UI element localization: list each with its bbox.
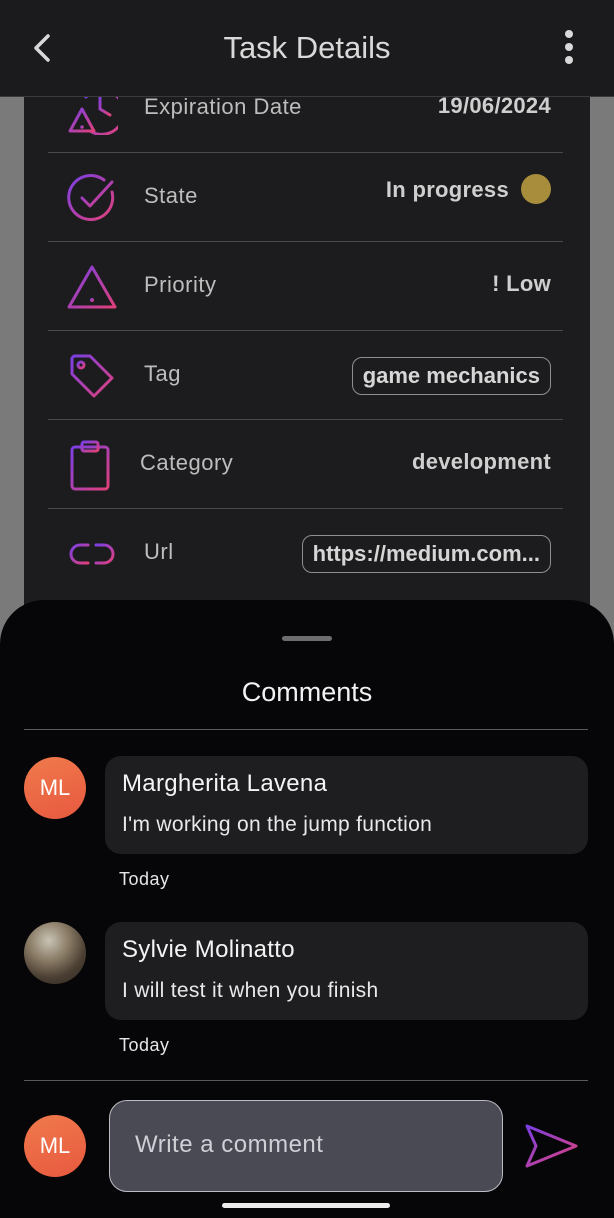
expiration-date-label: Expiration Date xyxy=(144,94,302,119)
detail-row-priority[interactable]: Priority ! Low xyxy=(48,242,563,331)
comment-bubble: Sylvie Molinatto I will test it when you… xyxy=(105,922,588,1020)
send-icon[interactable] xyxy=(522,1122,580,1170)
avatar[interactable]: ML xyxy=(24,757,86,819)
comment-time: Today xyxy=(119,869,170,889)
priority-label: Priority xyxy=(144,272,217,297)
link-icon xyxy=(69,543,115,565)
warning-triangle-icon xyxy=(67,265,117,309)
composer-avatar: ML xyxy=(24,1115,86,1177)
comments-title: Comments xyxy=(241,677,373,707)
task-details-list: Expiration Date 19/06/2024 State In prog… xyxy=(48,64,563,598)
detail-row-state[interactable]: State In progress xyxy=(48,153,563,242)
tag-label: Tag xyxy=(144,361,181,386)
url-link[interactable]: https://medium.com... xyxy=(301,535,551,573)
home-indicator xyxy=(222,1203,390,1208)
tag-icon xyxy=(70,354,114,398)
detail-row-tag[interactable]: Tag game mechanics xyxy=(48,331,563,420)
comments-bottom-sheet: Comments ML Margherita Lavena I'm workin… xyxy=(0,600,614,1218)
comment-text: I'm working on the jump function xyxy=(122,813,433,836)
comment-time: Today xyxy=(119,1035,170,1055)
app-header: Task Details xyxy=(0,0,614,97)
divider xyxy=(24,729,588,730)
priority-value[interactable]: ! Low xyxy=(492,271,551,297)
detail-row-url[interactable]: Url https://medium.com... xyxy=(48,509,563,598)
category-value[interactable]: development xyxy=(412,449,551,475)
state-value[interactable]: In progress xyxy=(385,174,551,205)
state-text: In progress xyxy=(385,177,509,202)
comment-author: Margherita Lavena xyxy=(122,770,328,797)
kebab-menu-icon[interactable] xyxy=(556,28,582,68)
comment-bubble: Margherita Lavena I'm working on the jum… xyxy=(105,756,588,854)
comment-author: Sylvie Molinatto xyxy=(122,936,295,963)
page-title: Task Details xyxy=(223,30,391,65)
comment-text: I will test it when you finish xyxy=(122,979,379,1002)
category-label: Category xyxy=(140,450,234,475)
state-status-dot xyxy=(521,174,551,205)
url-label: Url xyxy=(144,539,174,564)
clipboard-icon xyxy=(70,440,110,491)
drag-handle[interactable] xyxy=(282,636,332,641)
avatar-photo[interactable] xyxy=(24,922,86,984)
state-label: State xyxy=(144,183,198,208)
divider xyxy=(24,1080,588,1081)
tag-chip[interactable]: game mechanics xyxy=(351,357,551,395)
detail-row-category[interactable]: Category development xyxy=(48,420,563,509)
check-circle-icon xyxy=(67,174,115,221)
comment-input[interactable]: Write a comment xyxy=(109,1100,503,1192)
